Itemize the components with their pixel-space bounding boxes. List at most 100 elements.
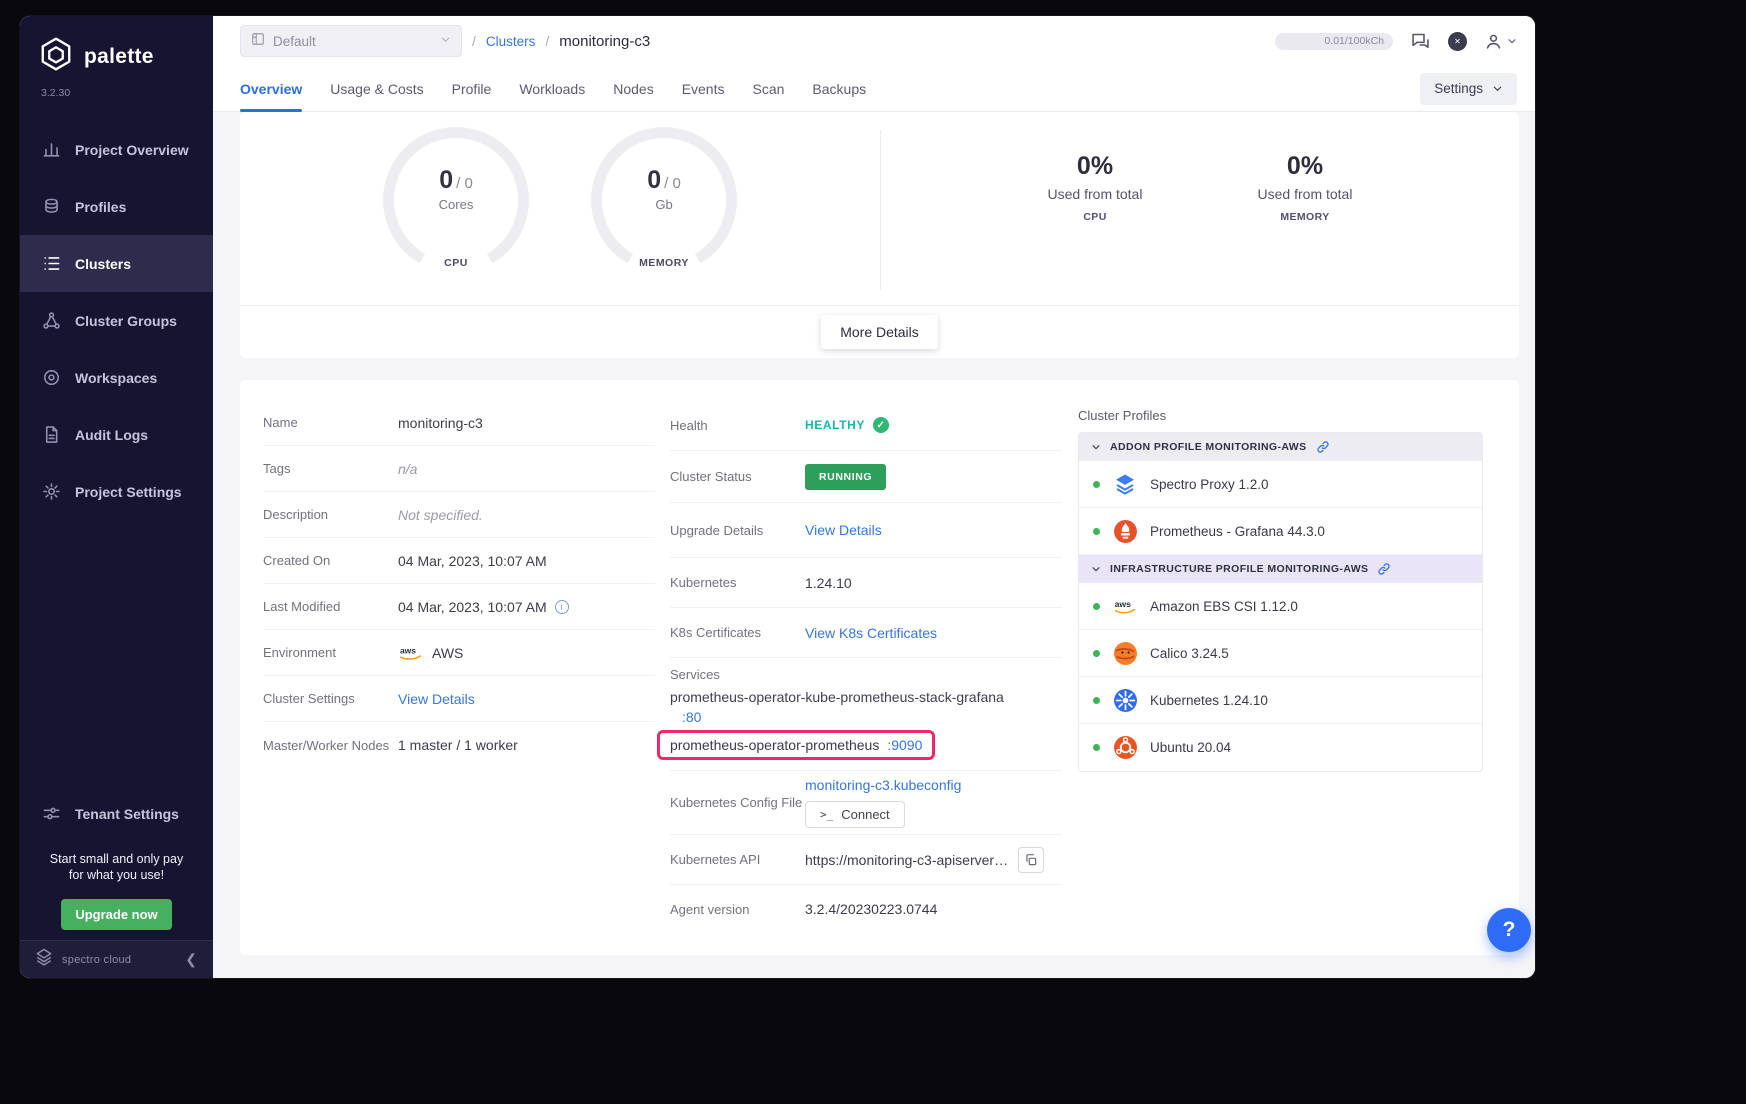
cpu-gauge: 0/ 0 Cores CPU — [383, 127, 529, 273]
chat-icon[interactable] — [1410, 31, 1431, 52]
tab-nodes[interactable]: Nodes — [613, 66, 653, 111]
kubeconfig-row: Kubernetes Config File monitoring-c3.kub… — [670, 771, 1062, 835]
help-button[interactable]: ? — [1487, 908, 1531, 952]
cluster-groups-icon — [41, 311, 61, 331]
kubeconfig-download-link[interactable]: monitoring-c3.kubeconfig — [805, 777, 961, 793]
k8s-certificates-row: K8s Certificates View K8s Certificates — [670, 608, 1062, 658]
sidebar-item-label: Profiles — [75, 199, 126, 215]
sidebar-item-tenant-settings[interactable]: Tenant Settings — [20, 791, 213, 837]
service-prometheus-name: prometheus-operator-prometheus — [670, 737, 879, 753]
cluster-settings-view-details-link[interactable]: View Details — [398, 691, 475, 707]
sidebar-item-clusters[interactable]: Clusters — [20, 235, 213, 292]
sidebar-item-label: Cluster Groups — [75, 313, 177, 329]
project-selector-icon — [251, 32, 265, 51]
profile-item-prometheus-grafana[interactable]: Prometheus - Grafana 44.3.0 — [1079, 508, 1482, 555]
profile-link-icon — [1377, 562, 1391, 576]
tab-scan[interactable]: Scan — [753, 66, 785, 111]
profile-item-kubernetes[interactable]: Kubernetes 1.24.10 — [1079, 677, 1482, 724]
healthy-check-icon: ✓ — [873, 417, 889, 433]
alerts-icon[interactable]: ✕ — [1448, 32, 1467, 51]
profile-item-amazon-ebs-csi[interactable]: aws Amazon EBS CSI 1.12.0 — [1079, 583, 1482, 630]
sidebar-item-profiles[interactable]: Profiles — [20, 178, 213, 235]
kubernetes-version-row: Kubernetes 1.24.10 — [670, 558, 1062, 608]
tab-events[interactable]: Events — [682, 66, 725, 111]
topbar: Default / Clusters / monitoring-c3 0.01/… — [213, 16, 1535, 66]
status-dot-icon — [1093, 481, 1100, 488]
sidebar-item-project-settings[interactable]: Project Settings — [20, 463, 213, 520]
calico-icon — [1112, 640, 1138, 666]
chevron-down-icon — [1091, 564, 1101, 574]
detail-row-description: Description Not specified. — [263, 492, 655, 538]
service-grafana-name: prometheus-operator-kube-prometheus-stac… — [670, 689, 1062, 705]
cluster-info-column: Name monitoring-c3 Tags n/a Description … — [263, 400, 655, 768]
breadcrumb-clusters-link[interactable]: Clusters — [486, 34, 536, 49]
copy-icon[interactable] — [1018, 847, 1044, 873]
sidebar-item-audit-logs[interactable]: Audit Logs — [20, 406, 213, 463]
chevron-down-icon — [1507, 36, 1517, 46]
profile-item-spectro-proxy[interactable]: Spectro Proxy 1.2.0 — [1079, 461, 1482, 508]
highlight-annotation-box: prometheus-operator-prometheus :9090 — [657, 730, 935, 760]
upgrade-now-button[interactable]: Upgrade now — [61, 899, 171, 930]
workspaces-icon — [41, 368, 61, 388]
service-grafana-port-link[interactable]: :80 — [682, 709, 701, 725]
tab-overview[interactable]: Overview — [240, 66, 302, 111]
kubernetes-api-row: Kubernetes API https://monitoring-c3-api… — [670, 835, 1062, 885]
brand-name: palette — [84, 45, 154, 69]
detail-row-environment: Environment aws AWS — [263, 630, 655, 676]
infrastructure-profile-header[interactable]: INFRASTRUCTURE PROFILE MONITORING-AWS — [1079, 555, 1482, 583]
sidebar-item-workspaces[interactable]: Workspaces — [20, 349, 213, 406]
ubuntu-icon — [1112, 735, 1138, 761]
clusters-icon — [41, 254, 61, 274]
profile-item-ubuntu[interactable]: Ubuntu 20.04 — [1079, 724, 1482, 771]
agent-version-row: Agent version 3.2.4/20230223.0744 — [670, 885, 1062, 933]
user-menu[interactable] — [1484, 32, 1517, 51]
cluster-status-column: Health HEALTHY ✓ Cluster Status RUNNING … — [670, 400, 1062, 933]
sidebar-item-label: Project Overview — [75, 142, 189, 158]
running-status-badge: RUNNING — [805, 464, 886, 490]
sidebar-item-cluster-groups[interactable]: Cluster Groups — [20, 292, 213, 349]
profile-link-icon — [1316, 440, 1330, 454]
cluster-profiles-title: Cluster Profiles — [1078, 408, 1483, 423]
sidebar-item-label: Clusters — [75, 256, 131, 272]
project-selector[interactable]: Default — [240, 25, 462, 57]
status-dot-icon — [1093, 528, 1100, 535]
detail-row-tags: Tags n/a — [263, 446, 655, 492]
cluster-status-row: Cluster Status RUNNING — [670, 451, 1062, 503]
profile-item-calico[interactable]: Calico 3.24.5 — [1079, 630, 1482, 677]
upgrade-view-details-link[interactable]: View Details — [805, 522, 882, 538]
sidebar-item-project-overview[interactable]: Project Overview — [20, 121, 213, 178]
memory-usage-stat: 0% Used from total MEMORY — [1225, 152, 1385, 223]
info-icon[interactable]: i — [555, 600, 569, 614]
detail-row-created-on: Created On 04 Mar, 2023, 10:07 AM — [263, 538, 655, 584]
connect-button[interactable]: >_ Connect — [805, 801, 905, 828]
view-k8s-certificates-link[interactable]: View K8s Certificates — [805, 625, 937, 641]
settings-button[interactable]: Settings — [1420, 73, 1517, 105]
chevron-down-icon — [1492, 83, 1503, 94]
sidebar-item-label: Workspaces — [75, 370, 157, 386]
footer-brand-name: spectro cloud — [62, 954, 131, 966]
more-details-button[interactable]: More Details — [821, 315, 938, 349]
tenant-settings-icon — [41, 804, 61, 824]
sidebar-collapse-chevron-icon[interactable]: ❮ — [179, 949, 203, 970]
tab-profile[interactable]: Profile — [452, 66, 492, 111]
usage-summary-card: 0/ 0 Cores CPU 0/ 0 Gb MEMORY 0% — [240, 112, 1519, 358]
health-row: Health HEALTHY ✓ — [670, 400, 1062, 451]
promo-text: Start small and only pay for what you us… — [50, 851, 183, 884]
detail-row-name: Name monitoring-c3 — [263, 400, 655, 446]
service-prometheus-port-link[interactable]: :9090 — [887, 737, 922, 753]
health-status: HEALTHY ✓ — [805, 417, 889, 433]
tab-workloads[interactable]: Workloads — [519, 66, 585, 111]
chevron-down-icon — [1091, 442, 1101, 452]
addon-profile-header[interactable]: ADDON PROFILE MONITORING-AWS — [1079, 433, 1482, 461]
detail-row-nodes: Master/Worker Nodes 1 master / 1 worker — [263, 722, 655, 768]
sidebar-nav: Project Overview Profiles Clusters Clust… — [20, 121, 213, 520]
profiles-icon — [41, 197, 61, 217]
breadcrumb-separator: / — [472, 33, 476, 49]
sidebar-footer: spectro cloud ❮ — [20, 940, 213, 978]
status-dot-icon — [1093, 650, 1100, 657]
memory-gauge-caption: MEMORY — [591, 257, 737, 269]
tab-usage-costs[interactable]: Usage & Costs — [330, 66, 423, 111]
tab-backups[interactable]: Backups — [812, 66, 866, 111]
kubernetes-icon — [1112, 687, 1138, 713]
cpu-usage-stat: 0% Used from total CPU — [1015, 152, 1175, 223]
